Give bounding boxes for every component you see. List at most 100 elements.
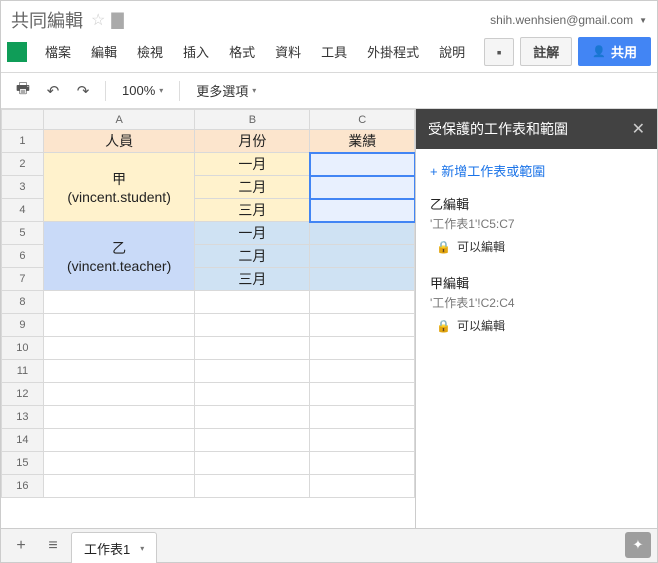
cell-b1[interactable]: 月份 [195, 130, 310, 153]
row-header-5[interactable]: 5 [2, 222, 44, 245]
close-icon[interactable]: ✕ [632, 119, 645, 139]
row-header-6[interactable]: 6 [2, 245, 44, 268]
row-header-16[interactable]: 16 [2, 475, 44, 498]
menu-view[interactable]: 檢視 [129, 38, 171, 65]
menu-addons[interactable]: 外掛程式 [359, 38, 427, 65]
cell[interactable] [310, 337, 415, 360]
select-all-corner[interactable] [2, 110, 44, 130]
all-sheets-button[interactable]: ≡ [39, 534, 67, 558]
separator [105, 81, 106, 101]
cell[interactable] [195, 452, 310, 475]
cell[interactable] [310, 452, 415, 475]
add-sheet-button[interactable]: + [7, 534, 35, 558]
folder-icon[interactable]: ▇ [111, 10, 123, 30]
spreadsheet-grid[interactable]: A B C 1 人員 月份 業績 2 甲 (vincent.student) [1, 109, 415, 528]
cell[interactable] [195, 475, 310, 498]
cell[interactable] [43, 406, 195, 429]
cell-c3[interactable] [310, 176, 415, 199]
cell[interactable] [195, 429, 310, 452]
cell-c1[interactable]: 業績 [310, 130, 415, 153]
chevron-down-icon: ▾ [159, 86, 163, 95]
share-button[interactable]: 👤 共用 [578, 37, 651, 66]
row-header-11[interactable]: 11 [2, 360, 44, 383]
cell[interactable] [310, 475, 415, 498]
cell-c4[interactable] [310, 199, 415, 222]
redo-icon[interactable]: ↷ [71, 79, 95, 103]
col-header-a[interactable]: A [43, 110, 195, 130]
zoom-select[interactable]: 100% ▾ [116, 80, 169, 101]
cell[interactable] [43, 383, 195, 406]
cell-b2[interactable]: 一月 [195, 153, 310, 176]
menu-format[interactable]: 格式 [221, 38, 263, 65]
cell-c7[interactable] [310, 268, 415, 291]
cell[interactable] [195, 314, 310, 337]
cell-b6[interactable]: 二月 [195, 245, 310, 268]
protected-range-item[interactable]: 乙編輯 '工作表1'!C5:C7 🔒 可以編輯 [430, 194, 643, 255]
row-header-13[interactable]: 13 [2, 406, 44, 429]
cell-b5[interactable]: 一月 [195, 222, 310, 245]
cell[interactable] [43, 314, 195, 337]
row-header-14[interactable]: 14 [2, 429, 44, 452]
user-email[interactable]: shih.wenhsien@gmail.com [490, 13, 633, 27]
chevron-down-icon: ▾ [252, 86, 256, 95]
cell-a5-7[interactable]: 乙 (vincent.teacher) [43, 222, 195, 291]
menu-insert[interactable]: 插入 [175, 38, 217, 65]
cell-c6[interactable] [310, 245, 415, 268]
chevron-down-icon[interactable]: ▾ [140, 544, 144, 553]
row-header-7[interactable]: 7 [2, 268, 44, 291]
add-range-link[interactable]: + 新增工作表或範圍 [430, 161, 643, 180]
cell-c5[interactable] [310, 222, 415, 245]
menu-file[interactable]: 檔案 [37, 38, 79, 65]
cell[interactable] [195, 383, 310, 406]
row-header-3[interactable]: 3 [2, 176, 44, 199]
comments-icon-button[interactable]: ▪ [484, 38, 514, 66]
row-header-8[interactable]: 8 [2, 291, 44, 314]
menu-edit[interactable]: 編輯 [83, 38, 125, 65]
cell-a1[interactable]: 人員 [43, 130, 195, 153]
cell[interactable] [43, 475, 195, 498]
more-options-button[interactable]: 更多選項 ▾ [190, 78, 262, 103]
cell[interactable] [43, 337, 195, 360]
cell[interactable] [310, 383, 415, 406]
cell[interactable] [43, 360, 195, 383]
cell[interactable] [310, 291, 415, 314]
cell-b3[interactable]: 二月 [195, 176, 310, 199]
comment-button[interactable]: 註解 [520, 37, 572, 66]
cell[interactable] [43, 452, 195, 475]
protected-range-item[interactable]: 甲編輯 '工作表1'!C2:C4 🔒 可以編輯 [430, 273, 643, 334]
undo-icon[interactable]: ↶ [41, 79, 65, 103]
cell[interactable] [310, 406, 415, 429]
cell[interactable] [43, 429, 195, 452]
cell[interactable] [195, 291, 310, 314]
row-header-15[interactable]: 15 [2, 452, 44, 475]
cell[interactable] [310, 429, 415, 452]
account-dropdown-icon[interactable]: ▼ [639, 16, 647, 25]
row-header-4[interactable]: 4 [2, 199, 44, 222]
range-permission: 可以編輯 [457, 238, 505, 255]
cell[interactable] [310, 360, 415, 383]
print-icon[interactable]: 🖶 [11, 79, 35, 103]
cell[interactable] [43, 291, 195, 314]
row-header-10[interactable]: 10 [2, 337, 44, 360]
col-header-c[interactable]: C [310, 110, 415, 130]
sheet-tab-1[interactable]: 工作表1 ▾ [71, 532, 157, 563]
cell[interactable] [195, 337, 310, 360]
doc-title[interactable]: 共同編輯 [11, 7, 83, 33]
row-header-2[interactable]: 2 [2, 153, 44, 176]
cell[interactable] [195, 360, 310, 383]
cell-b7[interactable]: 三月 [195, 268, 310, 291]
cell-c2[interactable] [310, 153, 415, 176]
menu-data[interactable]: 資料 [267, 38, 309, 65]
row-header-9[interactable]: 9 [2, 314, 44, 337]
row-header-12[interactable]: 12 [2, 383, 44, 406]
menu-help[interactable]: 說明 [431, 38, 473, 65]
cell[interactable] [310, 314, 415, 337]
row-header-1[interactable]: 1 [2, 130, 44, 153]
col-header-b[interactable]: B [195, 110, 310, 130]
star-icon[interactable]: ☆ [91, 10, 105, 30]
cell-a2-4[interactable]: 甲 (vincent.student) [43, 153, 195, 222]
explore-button[interactable]: ✦ [625, 532, 651, 558]
cell-b4[interactable]: 三月 [195, 199, 310, 222]
cell[interactable] [195, 406, 310, 429]
menu-tools[interactable]: 工具 [313, 38, 355, 65]
